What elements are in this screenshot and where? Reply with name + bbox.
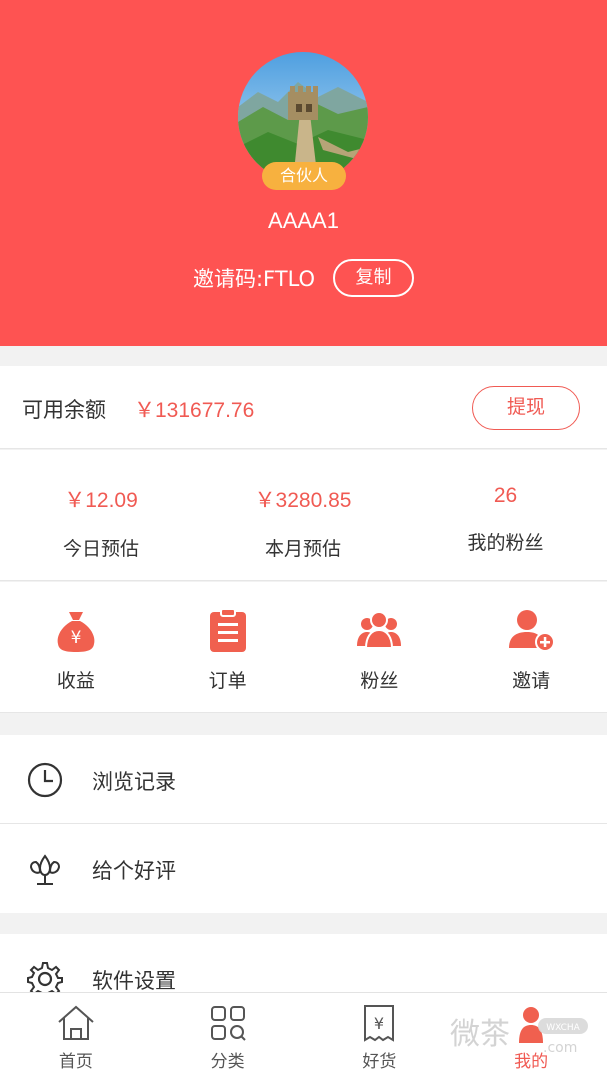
stat-today[interactable]: ￥12.09 今日预估 [0, 450, 202, 580]
svg-text:¥: ¥ [374, 1014, 384, 1033]
menu-label: 软件设置 [92, 969, 176, 993]
menu-item-history[interactable]: 浏览记录 [0, 735, 607, 824]
quick-label: 邀请 [512, 670, 551, 692]
money-bag-icon: ¥ [57, 612, 95, 652]
stat-value: 26 [493, 484, 518, 507]
stat-value: ￥3280.85 [254, 489, 352, 512]
quick-label: 收益 [56, 670, 95, 692]
balance-value: ￥131677.76 [134, 399, 255, 422]
tab-category[interactable]: 分类 [152, 993, 304, 1080]
watermark-logo: 微茶 WXCHA .com [450, 1017, 588, 1056]
flower-icon [29, 854, 61, 885]
stat-label: 我的粉丝 [467, 532, 544, 554]
menu-label: 给个好评 [92, 859, 176, 883]
quick-orders[interactable]: 订单 [152, 582, 304, 712]
receipt-icon: ¥ [364, 1005, 395, 1042]
stats-row: ￥12.09 今日预估 ￥3280.85 本月预估 26 我的粉丝 [0, 450, 607, 581]
quick-fans[interactable]: 粉丝 [304, 582, 456, 712]
invite-user-icon [509, 610, 556, 652]
invite-row: 邀请码:FTLO 复制 [0, 258, 607, 298]
tab-label: 好货 [362, 1052, 397, 1072]
clipboard-icon [209, 608, 246, 652]
quick-label: 粉丝 [360, 670, 399, 692]
quick-earnings[interactable]: ¥ 收益 [0, 582, 152, 712]
tab-goods[interactable]: ¥ 好货 [304, 993, 456, 1080]
svg-text:WXCHA: WXCHA [546, 1023, 580, 1033]
clock-icon [27, 762, 63, 798]
menu-label: 浏览记录 [92, 770, 176, 794]
fans-icon [357, 611, 402, 649]
withdraw-button[interactable]: 提现 [472, 386, 580, 430]
stat-fans[interactable]: 26 我的粉丝 [404, 450, 607, 580]
partner-badge: 合伙人 [262, 162, 346, 190]
svg-text:¥: ¥ [70, 628, 81, 648]
stat-label: 今日预估 [62, 538, 139, 560]
quick-actions: ¥ 收益 订单 粉丝 邀请 [0, 582, 607, 713]
stat-month[interactable]: ￥3280.85 本月预估 [202, 450, 404, 580]
username: AAAA1 [268, 208, 339, 233]
stat-value: ￥12.09 [64, 489, 138, 512]
quick-invite[interactable]: 邀请 [455, 582, 607, 712]
balance-label: 可用余额 [22, 398, 106, 422]
copy-button[interactable]: 复制 [333, 259, 415, 297]
tab-home[interactable]: 首页 [0, 993, 152, 1080]
home-icon [58, 1005, 94, 1040]
tab-label: 分类 [210, 1052, 245, 1072]
invite-code: 邀请码:FTLO [192, 267, 316, 291]
svg-text:.com: .com [543, 1040, 577, 1056]
balance-row: 可用余额 ￥131677.76 提现 [0, 366, 607, 449]
menu-item-rate[interactable]: 给个好评 [0, 824, 607, 913]
category-icon [210, 1006, 246, 1041]
quick-label: 订单 [208, 670, 247, 692]
svg-text:微茶: 微茶 [450, 1017, 510, 1052]
menu-group-1: 浏览记录 给个好评 [0, 735, 607, 913]
stat-label: 本月预估 [264, 538, 341, 560]
profile-header: 合伙人 AAAA1 邀请码:FTLO 复制 [0, 0, 607, 346]
tab-label: 首页 [58, 1052, 93, 1072]
